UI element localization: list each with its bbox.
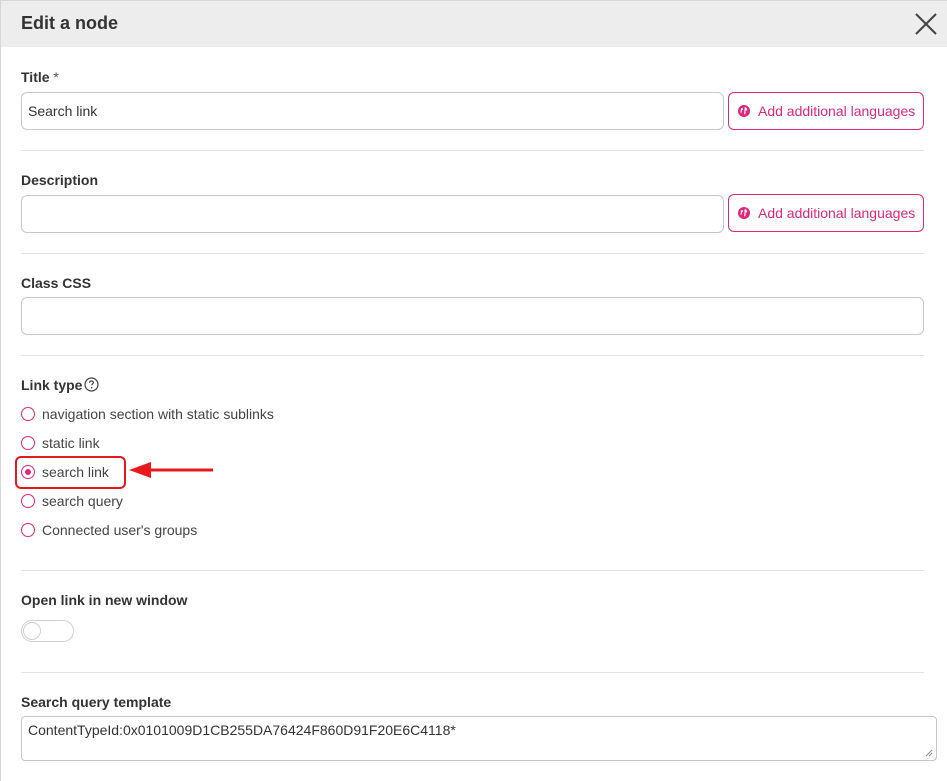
title-label-text: Title <box>21 69 50 85</box>
description-add-languages-button[interactable]: Add additional languages <box>728 194 924 232</box>
link-type-label: Link type <box>21 377 100 393</box>
radio-label: static link <box>42 435 100 451</box>
annotation-highlight-box <box>15 456 126 489</box>
radio-label: Connected user's groups <box>42 522 198 538</box>
radio-label: navigation section with static sublinks <box>42 406 274 422</box>
globe-icon <box>738 105 750 117</box>
toggle-knob <box>23 622 41 640</box>
radio-label: search query <box>42 493 123 509</box>
close-icon <box>915 13 937 35</box>
title-label: Title * <box>21 69 59 85</box>
close-button[interactable] <box>913 11 939 37</box>
required-mark: * <box>53 69 59 85</box>
search-query-template-textarea[interactable]: ContentTypeId:0x0101009D1CB255DA76424F86… <box>21 716 937 761</box>
help-circle-icon[interactable] <box>84 377 100 392</box>
link-type-option-static-link[interactable]: static link <box>21 433 100 453</box>
resize-handle-icon[interactable] <box>925 749 933 757</box>
radio-button[interactable] <box>21 436 35 450</box>
title-add-languages-label: Add additional languages <box>758 103 916 119</box>
link-type-option-connected-users-groups[interactable]: Connected user's groups <box>21 520 197 540</box>
divider <box>21 355 924 356</box>
annotation-arrow-icon <box>129 462 213 478</box>
dialog-header: Edit a node <box>1 1 947 47</box>
class-css-input[interactable] <box>21 297 924 335</box>
radio-button[interactable] <box>21 407 35 421</box>
open-new-window-toggle[interactable] <box>21 620 74 642</box>
link-type-label-text: Link type <box>21 377 83 393</box>
divider <box>21 253 924 254</box>
link-type-option-search-query[interactable]: search query <box>21 491 123 511</box>
link-type-option-navigation-section[interactable]: navigation section with static sublinks <box>21 404 274 424</box>
class-css-label: Class CSS <box>21 275 92 291</box>
search-query-template-label: Search query template <box>21 694 172 710</box>
divider <box>21 150 924 151</box>
radio-button[interactable] <box>21 523 35 537</box>
description-add-languages-label: Add additional languages <box>758 205 916 221</box>
divider <box>21 570 924 571</box>
description-label: Description <box>21 172 99 188</box>
open-new-window-label: Open link in new window <box>21 592 188 608</box>
globe-icon <box>738 207 750 219</box>
radio-button[interactable] <box>21 494 35 508</box>
search-query-template-value: ContentTypeId:0x0101009D1CB255DA76424F86… <box>28 722 456 738</box>
divider <box>21 672 924 673</box>
edit-node-dialog: Edit a node Title * Search link Add addi… <box>0 0 947 781</box>
title-add-languages-button[interactable]: Add additional languages <box>728 92 924 130</box>
title-input[interactable]: Search link <box>21 92 724 130</box>
dialog-title: Edit a node <box>21 13 119 33</box>
description-input[interactable] <box>21 195 724 233</box>
